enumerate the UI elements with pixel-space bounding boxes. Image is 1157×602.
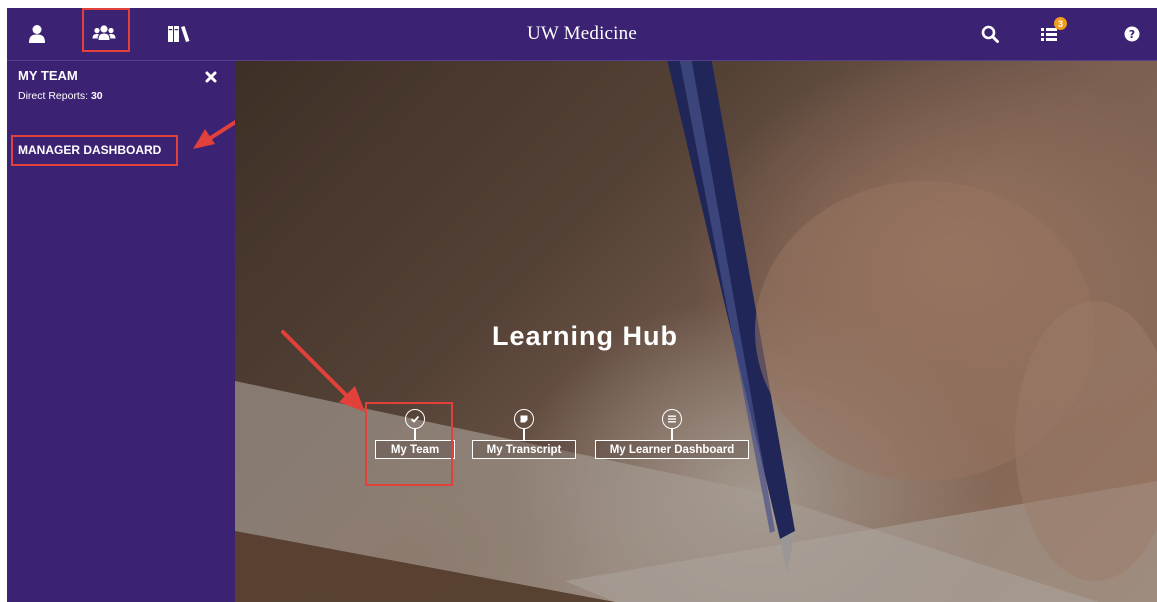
panel-title: MY TEAM: [18, 68, 78, 83]
my-team-highlight: [365, 402, 453, 486]
search-icon[interactable]: [977, 21, 1003, 47]
tile-connector: [671, 429, 673, 440]
hero-banner: Learning Hub My Team My Transcript My Le…: [235, 61, 1157, 602]
my-learner-dashboard-button[interactable]: My Learner Dashboard: [595, 440, 749, 459]
tile-connector: [523, 429, 525, 440]
my-team-panel: MY TEAM Direct Reports: 30 MANAGER DASHB…: [7, 61, 264, 602]
notification-badge: 3: [1054, 17, 1067, 30]
task-list-icon[interactable]: 3: [1038, 17, 1067, 47]
hero-title: Learning Hub: [492, 321, 678, 351]
direct-reports: Direct Reports: 30: [18, 90, 103, 102]
help-icon[interactable]: ?: [1119, 21, 1145, 47]
note-icon: [514, 409, 534, 429]
close-icon[interactable]: [204, 70, 218, 84]
app-frame: UW Medicine 3 ? MY TEAM Direct Reports: …: [7, 8, 1157, 602]
svg-text:?: ?: [1129, 28, 1135, 41]
list-icon: [662, 409, 682, 429]
manager-dashboard-highlight: [11, 135, 178, 166]
top-bar: UW Medicine 3 ?: [7, 8, 1157, 61]
direct-reports-label: Direct Reports:: [18, 90, 89, 102]
direct-reports-count: 30: [90, 90, 103, 102]
my-transcript-button[interactable]: My Transcript: [472, 440, 576, 459]
